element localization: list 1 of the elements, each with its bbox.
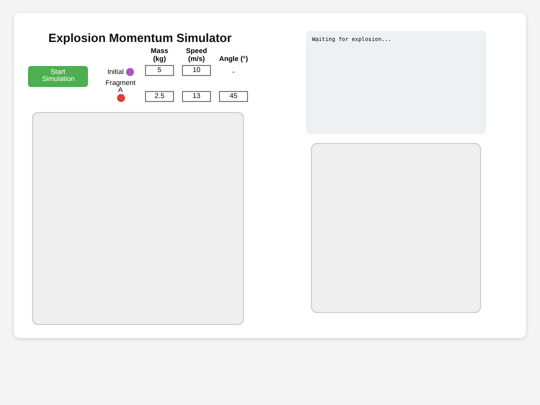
page-title: Explosion Momentum Simulator [48, 31, 232, 45]
